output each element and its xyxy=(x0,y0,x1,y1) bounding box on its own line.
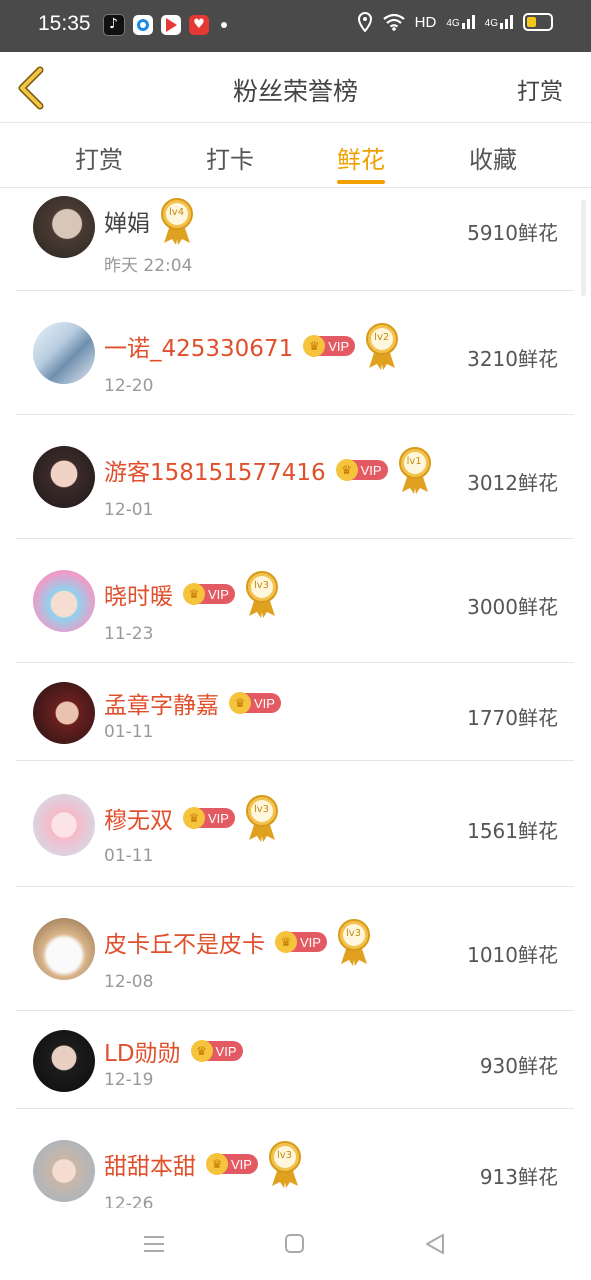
list-item[interactable]: LD勋勋 ♛ VIP 12-19 930鲜花 xyxy=(16,1010,574,1109)
vip-badge: ♛ VIP xyxy=(183,807,235,829)
avatar xyxy=(33,1030,95,1092)
medal-badge-icon: lv2 xyxy=(365,322,399,370)
flower-count: 913鲜花 xyxy=(479,1165,558,1189)
timestamp: 12-08 xyxy=(104,972,154,992)
fan-ranking-list[interactable]: 婵娟 lv4 昨天 22:04 5910鲜花 一诺_425330671 ♛ VIP… xyxy=(0,188,591,1208)
vip-badge: ♛ VIP xyxy=(183,583,235,605)
heart-app-icon: ♥ xyxy=(189,15,209,35)
home-square-icon[interactable] xyxy=(283,1232,309,1256)
timestamp: 01-11 xyxy=(104,722,154,742)
timestamp: 12-01 xyxy=(104,500,154,520)
tab-flowers[interactable]: 鲜花 xyxy=(337,140,385,175)
browser-app-icon xyxy=(133,15,153,35)
medal-badge-icon: lv1 xyxy=(398,446,432,494)
user-name: 甜甜本甜 xyxy=(104,1154,196,1180)
vip-badge: ♛ VIP xyxy=(206,1153,258,1175)
location-icon xyxy=(357,12,372,32)
flower-count: 1010鲜花 xyxy=(467,943,558,967)
user-name: 孟章字静嘉 xyxy=(104,693,219,719)
crown-icon: ♛ xyxy=(183,583,205,605)
crown-icon: ♛ xyxy=(303,335,326,357)
status-app-icons: ♥ xyxy=(103,14,227,36)
list-item[interactable]: 甜甜本甜 ♛ VIP lv3 12-26 913鲜花 xyxy=(16,1108,574,1208)
timestamp: 昨天 22:04 xyxy=(104,256,193,276)
avatar xyxy=(33,446,95,508)
user-name: 一诺_425330671 xyxy=(104,336,294,362)
crown-icon: ♛ xyxy=(206,1153,228,1175)
vip-badge: ♛ VIP xyxy=(229,692,281,714)
vip-badge: ♛ VIP xyxy=(190,1040,243,1062)
status-bar: 15:35 ♥ HD 4G 4G xyxy=(0,0,591,52)
tiktok-app-icon xyxy=(103,14,125,36)
crown-icon: ♛ xyxy=(190,1040,213,1062)
flower-count: 930鲜花 xyxy=(479,1054,558,1078)
avatar xyxy=(33,794,95,856)
vip-badge: ♛ VIP xyxy=(275,931,327,953)
vip-badge: ♛ VIP xyxy=(303,335,356,357)
timestamp: 01-11 xyxy=(104,846,154,866)
avatar xyxy=(33,682,95,744)
list-item[interactable]: 婵娟 lv4 昨天 22:04 5910鲜花 xyxy=(16,188,574,291)
page-title: 粉丝荣誉榜 xyxy=(232,77,358,106)
avatar xyxy=(33,322,95,384)
list-item[interactable]: 一诺_425330671 ♛ VIP lv2 12-20 3210鲜花 xyxy=(16,290,574,415)
status-right: HD 4G 4G xyxy=(357,12,553,32)
flower-count: 3210鲜花 xyxy=(467,347,558,371)
scrollbar-thumb[interactable] xyxy=(581,200,586,296)
medal-badge-icon: lv4 xyxy=(160,197,194,245)
flower-count: 3000鲜花 xyxy=(467,595,558,619)
user-name: 婵娟 xyxy=(104,211,150,237)
menu-icon[interactable] xyxy=(142,1232,168,1256)
avatar xyxy=(33,196,95,258)
user-name: 游客158151577416 xyxy=(104,460,326,486)
video-app-icon xyxy=(161,15,181,35)
avatar xyxy=(33,1140,95,1202)
flower-count: 3012鲜花 xyxy=(467,471,558,495)
tab-tip[interactable]: 打赏 xyxy=(75,140,123,175)
avatar xyxy=(33,570,95,632)
active-tab-indicator xyxy=(337,180,385,184)
notification-dot-icon xyxy=(221,22,227,28)
app-header: 粉丝荣誉榜 打赏 xyxy=(0,52,591,123)
vip-badge: ♛ VIP xyxy=(335,459,388,481)
medal-badge-icon: lv3 xyxy=(245,570,279,618)
crown-icon: ♛ xyxy=(275,931,297,953)
timestamp: 12-19 xyxy=(104,1070,154,1090)
system-nav-bar xyxy=(0,1208,591,1280)
status-time: 15:35 xyxy=(38,12,91,35)
tab-favorites[interactable]: 收藏 xyxy=(469,140,517,175)
timestamp: 12-26 xyxy=(104,1194,154,1208)
medal-badge-icon: lv3 xyxy=(245,794,279,842)
medal-badge-icon: lv3 xyxy=(268,1140,302,1188)
user-name: 皮卡丘不是皮卡 xyxy=(104,932,265,958)
list-item[interactable]: 孟章字静嘉 ♛ VIP 01-11 1770鲜花 xyxy=(16,662,574,761)
list-item[interactable]: 晓时暖 ♛ VIP lv3 11-23 3000鲜花 xyxy=(16,538,574,663)
list-item[interactable]: 游客158151577416 ♛ VIP lv1 12-01 3012鲜花 xyxy=(16,414,574,539)
user-name: 晓时暖 xyxy=(104,584,173,610)
back-triangle-icon[interactable] xyxy=(423,1232,449,1256)
timestamp: 12-20 xyxy=(104,376,154,396)
flower-count: 1770鲜花 xyxy=(467,706,558,730)
tab-bar: 打赏 打卡 鲜花 收藏 xyxy=(0,123,591,188)
timestamp: 11-23 xyxy=(104,624,154,644)
crown-icon: ♛ xyxy=(229,692,251,714)
avatar xyxy=(33,918,95,980)
medal-badge-icon: lv3 xyxy=(337,918,371,966)
tip-button[interactable]: 打赏 xyxy=(517,72,563,106)
hd-label: HD xyxy=(414,13,437,31)
signal-icon-1: 4G xyxy=(446,15,475,29)
battery-icon xyxy=(523,13,553,31)
list-item[interactable]: 穆无双 ♛ VIP lv3 01-11 1561鲜花 xyxy=(16,760,574,887)
crown-icon: ♛ xyxy=(335,459,358,481)
flower-count: 1561鲜花 xyxy=(467,819,558,843)
tab-checkin[interactable]: 打卡 xyxy=(206,140,254,175)
user-name: LD勋勋 xyxy=(104,1041,181,1067)
flower-count: 5910鲜花 xyxy=(467,221,558,245)
signal-icon-2: 4G xyxy=(485,15,513,29)
user-name: 穆无双 xyxy=(104,808,173,834)
crown-icon: ♛ xyxy=(183,807,205,829)
list-item[interactable]: 皮卡丘不是皮卡 ♛ VIP lv3 12-08 1010鲜花 xyxy=(16,886,574,1011)
wifi-icon xyxy=(382,13,405,31)
